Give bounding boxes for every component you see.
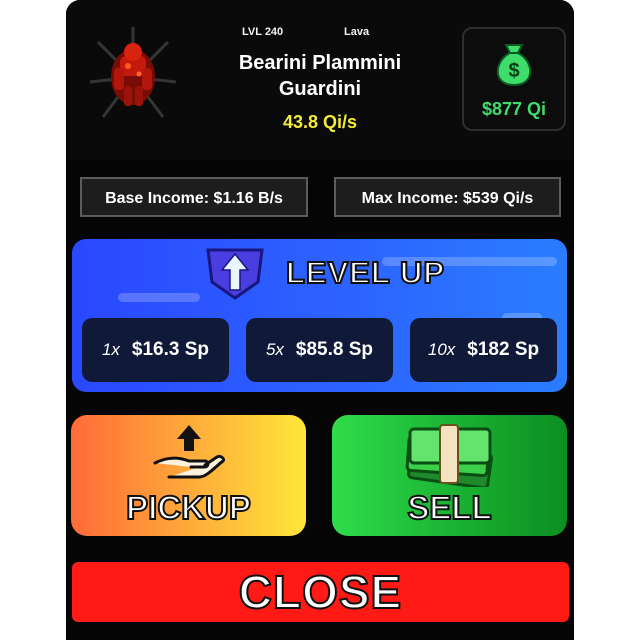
hand-arrow-up-icon bbox=[153, 425, 225, 479]
unit-element: Lava bbox=[344, 26, 370, 38]
level-up-multiplier: 1x bbox=[101, 340, 120, 359]
unit-level: LVL 240 bbox=[242, 26, 284, 38]
level-up-5x-button[interactable]: 5x $85.8 Sp bbox=[246, 318, 393, 382]
level-up-price: $85.8 Sp bbox=[295, 339, 374, 360]
wallet-amount: $877 Qi bbox=[481, 99, 547, 119]
max-income-stat: Max Income: $539 Qi/s bbox=[334, 177, 561, 217]
unit-header: LVL 240 Lava Bearini Plammini Guardini 4… bbox=[66, 0, 574, 160]
wallet-balance: $ $877 Qi bbox=[462, 27, 566, 131]
level-up-1x-button[interactable]: 1x $16.3 Sp bbox=[82, 318, 229, 382]
svg-text:$: $ bbox=[508, 60, 519, 82]
level-up-price: $16.3 Sp bbox=[131, 339, 210, 360]
level-up-multiplier: 5x bbox=[265, 340, 284, 359]
cash-stack-icon bbox=[405, 424, 493, 487]
pickup-label: PICKUP bbox=[125, 488, 252, 527]
level-up-10x-button[interactable]: 10x $182 Sp bbox=[410, 318, 557, 382]
level-up-price: $182 Sp bbox=[467, 339, 540, 360]
up-arrow-shield-icon bbox=[206, 248, 264, 300]
unit-name: Bearini Plammini Guardini bbox=[238, 52, 402, 100]
unit-income-rate: 43.8 Qi/s bbox=[282, 112, 358, 132]
close-button[interactable]: CLOSE bbox=[72, 562, 569, 622]
unit-info-panel: LVL 240 Lava Bearini Plammini Guardini 4… bbox=[66, 0, 574, 640]
sell-button[interactable]: SELL bbox=[332, 415, 567, 536]
unit-portrait bbox=[89, 27, 177, 118]
level-up-title: LEVEL UP bbox=[285, 254, 446, 291]
pickup-button[interactable]: PICKUP bbox=[71, 415, 306, 536]
level-up-section: LEVEL UP 1x $16.3 Sp 5x $85.8 Sp 10x $18… bbox=[72, 239, 567, 392]
decorative-streak bbox=[118, 293, 200, 302]
base-income-stat: Base Income: $1.16 B/s bbox=[80, 177, 308, 217]
sell-label: SELL bbox=[406, 488, 492, 527]
money-bag-icon: $ bbox=[496, 44, 532, 87]
level-up-multiplier: 10x bbox=[427, 340, 456, 359]
